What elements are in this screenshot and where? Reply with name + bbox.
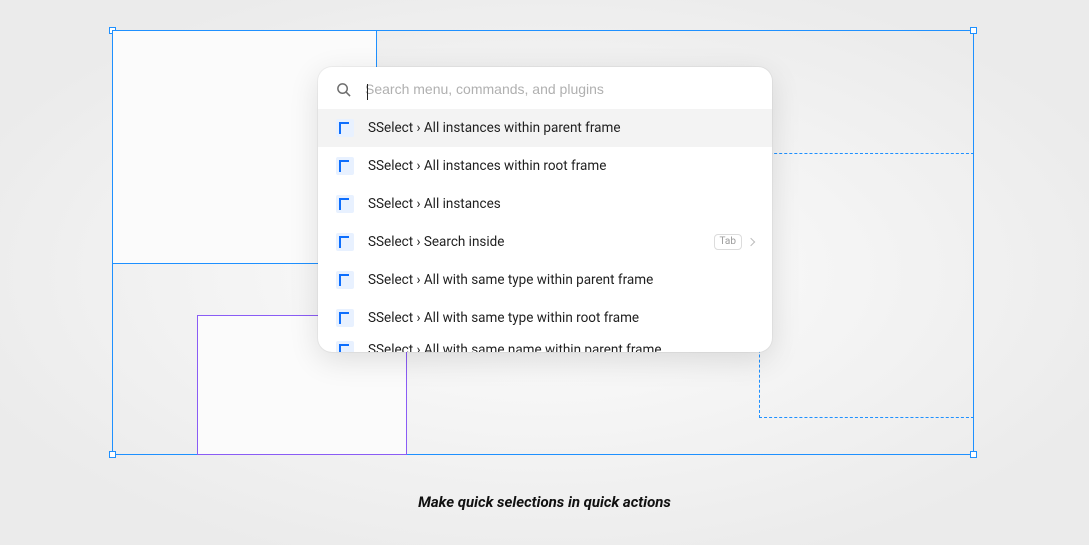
- selection-handle-bottom-left[interactable]: [109, 451, 116, 458]
- palette-item[interactable]: SSelect › All with same type within root…: [318, 299, 772, 337]
- design-canvas[interactable]: SSelect › All instances within parent fr…: [0, 0, 1089, 545]
- palette-item-label: SSelect › Search inside: [368, 234, 700, 250]
- search-icon: [336, 82, 351, 97]
- palette-item-label: SSelect › All with same name within pare…: [368, 342, 754, 353]
- caption-area: Make quick selections in quick actions: [0, 492, 1089, 515]
- palette-item-label: SSelect › All with same type within pare…: [368, 272, 754, 288]
- command-palette-search-row: [318, 67, 772, 109]
- plugin-icon: [336, 233, 354, 251]
- palette-item-label: SSelect › All instances within parent fr…: [368, 120, 754, 136]
- palette-item[interactable]: SSelect › All instances within root fram…: [318, 147, 772, 185]
- plugin-icon: [336, 271, 354, 289]
- tab-hint-pill: Tab: [714, 234, 742, 250]
- selection-handle-bottom-right[interactable]: [970, 451, 977, 458]
- plugin-icon: [336, 341, 354, 353]
- palette-item-label: SSelect › All instances within root fram…: [368, 158, 754, 174]
- palette-item[interactable]: SSelect › All instances within parent fr…: [318, 109, 772, 147]
- plugin-icon: [336, 157, 354, 175]
- caption-text: Make quick selections in quick actions: [418, 493, 671, 515]
- plugin-icon: [336, 195, 354, 213]
- plugin-icon: [336, 119, 354, 137]
- chevron-right-icon: [747, 238, 755, 246]
- search-input[interactable]: [365, 81, 754, 97]
- selection-handle-top-right[interactable]: [970, 27, 977, 34]
- plugin-icon: [336, 309, 354, 327]
- command-palette: SSelect › All instances within parent fr…: [318, 67, 772, 352]
- palette-item-trailing: Tab: [714, 234, 754, 250]
- palette-item[interactable]: SSelect › All with same type within pare…: [318, 261, 772, 299]
- palette-item-label: SSelect › All with same type within root…: [368, 310, 754, 326]
- text-cursor: [367, 84, 368, 100]
- canvas-frame-right-dashed[interactable]: [759, 153, 974, 418]
- palette-item-label: SSelect › All instances: [368, 196, 754, 212]
- palette-item[interactable]: SSelect › All instances: [318, 185, 772, 223]
- command-palette-results: SSelect › All instances within parent fr…: [318, 109, 772, 352]
- palette-item[interactable]: SSelect › All with same name within pare…: [318, 337, 772, 352]
- palette-item[interactable]: SSelect › Search inside Tab: [318, 223, 772, 261]
